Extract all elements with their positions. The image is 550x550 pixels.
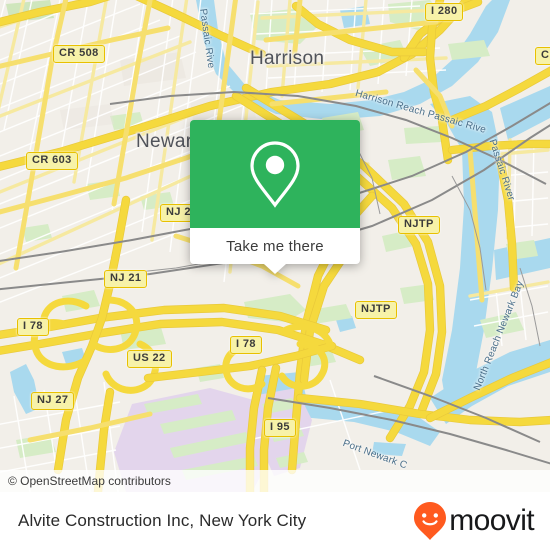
road-shield-nj-21[interactable]: NJ 21 xyxy=(104,270,148,288)
road-shield-njtp-south[interactable]: NJTP xyxy=(355,301,397,319)
map-pin-icon xyxy=(250,141,300,208)
road-shield-i-280[interactable]: I 280 xyxy=(425,3,464,21)
moovit-wordmark: moovit xyxy=(449,504,534,537)
road-shield-cr-edge[interactable]: CR xyxy=(535,47,550,65)
map-screenshot: .wtr{fill:#a9d9ee} .park{fill:#cfe6bd} .… xyxy=(0,0,550,550)
road-shield-nj-27[interactable]: NJ 27 xyxy=(31,392,75,410)
moovit-logo[interactable]: moovit xyxy=(413,501,535,541)
road-shield-us-22[interactable]: US 22 xyxy=(127,350,172,368)
road-shield-njtp-north[interactable]: NJTP xyxy=(398,216,440,234)
road-shield-cr-603[interactable]: CR 603 xyxy=(26,152,78,170)
map-attribution[interactable]: © OpenStreetMap contributors xyxy=(0,470,550,492)
road-shield-i-95[interactable]: I 95 xyxy=(264,419,296,437)
popup-image-area xyxy=(190,120,360,228)
location-popup-card[interactable]: Take me there xyxy=(190,120,360,274)
attribution-text: © OpenStreetMap contributors xyxy=(8,474,171,488)
place-title: Alvite Construction Inc, New York City xyxy=(18,511,307,530)
footer-bar: Alvite Construction Inc, New York City m… xyxy=(0,492,550,550)
popup-cta-label: Take me there xyxy=(226,237,324,255)
popup-pointer-tail xyxy=(264,264,286,274)
moovit-smiley-pin-icon xyxy=(414,502,447,540)
road-shield-cr-508[interactable]: CR 508 xyxy=(53,45,105,63)
road-shield-i-78-west[interactable]: I 78 xyxy=(17,318,49,336)
road-shield-i-78-center[interactable]: I 78 xyxy=(230,336,262,354)
popup-cta[interactable]: Take me there xyxy=(190,228,360,274)
